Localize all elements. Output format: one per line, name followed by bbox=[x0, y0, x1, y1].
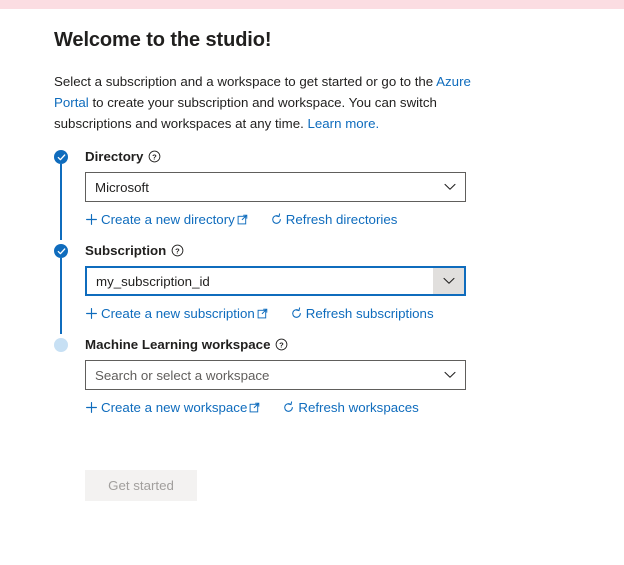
page-title: Welcome to the studio! bbox=[54, 29, 272, 51]
chevron-down-icon[interactable] bbox=[435, 361, 465, 389]
subscription-actions: Create a new subscription Refresh subscr… bbox=[85, 304, 574, 322]
learn-more-link[interactable]: Learn more. bbox=[308, 116, 380, 131]
external-link-icon bbox=[237, 214, 248, 225]
refresh-icon bbox=[282, 400, 295, 414]
external-link-icon bbox=[257, 308, 268, 319]
subscription-label-row: Subscription ? bbox=[85, 242, 574, 259]
plus-icon bbox=[85, 213, 98, 226]
create-new-workspace-label: Create a new workspace bbox=[101, 399, 248, 415]
refresh-subscriptions-link[interactable]: Refresh subscriptions bbox=[290, 306, 434, 321]
refresh-subscriptions-label: Refresh subscriptions bbox=[305, 305, 434, 321]
get-started-button[interactable]: Get started bbox=[85, 470, 197, 501]
subscription-label: Subscription bbox=[85, 243, 167, 258]
step-directory: Directory ? Microsoft Create a new direc… bbox=[54, 148, 574, 240]
footer-actions: Get started bbox=[54, 470, 574, 501]
directory-actions: Create a new directory Refresh directori… bbox=[85, 210, 574, 228]
directory-combobox-value: Microsoft bbox=[95, 179, 149, 195]
create-new-workspace-link[interactable]: Create a new workspace bbox=[85, 400, 260, 415]
svg-text:?: ? bbox=[153, 153, 158, 162]
setup-stepper: Directory ? Microsoft Create a new direc… bbox=[54, 148, 574, 416]
check-icon bbox=[57, 153, 65, 160]
workspace-label: Machine Learning workspace bbox=[85, 337, 271, 352]
workspace-combobox-value: Search or select a workspace bbox=[95, 367, 270, 383]
welcome-page: Welcome to the studio! Select a subscrip… bbox=[0, 9, 624, 565]
refresh-workspaces-label: Refresh workspaces bbox=[298, 399, 419, 415]
refresh-icon bbox=[290, 306, 303, 320]
external-link-icon bbox=[249, 402, 260, 413]
create-new-directory-link[interactable]: Create a new directory bbox=[85, 212, 248, 227]
directory-label-row: Directory ? bbox=[85, 148, 574, 165]
step-connector bbox=[60, 258, 62, 334]
plus-icon bbox=[85, 401, 98, 414]
refresh-directories-label: Refresh directories bbox=[285, 211, 398, 227]
help-circle-icon[interactable]: ? bbox=[148, 150, 161, 163]
workspace-label-row: Machine Learning workspace ? bbox=[85, 336, 574, 353]
step-workspace: Machine Learning workspace ? Search or s… bbox=[54, 336, 574, 416]
create-new-subscription-link[interactable]: Create a new subscription bbox=[85, 306, 268, 321]
help-circle-icon[interactable]: ? bbox=[275, 338, 288, 351]
create-new-subscription-label: Create a new subscription bbox=[101, 305, 255, 321]
workspace-actions: Create a new workspace Refresh workspace… bbox=[85, 398, 574, 416]
svg-text:?: ? bbox=[280, 341, 285, 350]
refresh-workspaces-link[interactable]: Refresh workspaces bbox=[282, 399, 419, 415]
help-circle-icon[interactable]: ? bbox=[171, 244, 184, 257]
check-icon bbox=[57, 247, 65, 254]
chevron-down-icon[interactable] bbox=[433, 268, 464, 294]
workspace-combobox[interactable]: Search or select a workspace bbox=[85, 360, 466, 390]
subscription-combobox[interactable]: my_subscription_id bbox=[85, 266, 466, 296]
step-status-directory bbox=[54, 150, 68, 164]
step-connector bbox=[60, 164, 62, 240]
directory-label: Directory bbox=[85, 149, 144, 164]
step-status-subscription bbox=[54, 244, 68, 258]
intro-paragraph: Select a subscription and a workspace to… bbox=[54, 71, 474, 134]
refresh-directories-link[interactable]: Refresh directories bbox=[270, 211, 398, 227]
chevron-down-icon[interactable] bbox=[435, 173, 465, 201]
subscription-combobox-value: my_subscription_id bbox=[96, 273, 210, 289]
create-new-directory-label: Create a new directory bbox=[101, 211, 235, 227]
plus-icon bbox=[85, 307, 98, 320]
step-status-workspace bbox=[54, 338, 68, 352]
intro-text-part2: to create your subscription and workspac… bbox=[54, 95, 437, 131]
svg-text:?: ? bbox=[175, 247, 180, 256]
directory-combobox[interactable]: Microsoft bbox=[85, 172, 466, 202]
notification-strip bbox=[0, 0, 624, 9]
step-subscription: Subscription ? my_subscription_id Create… bbox=[54, 242, 574, 334]
refresh-icon bbox=[270, 212, 283, 226]
intro-text-part1: Select a subscription and a workspace to… bbox=[54, 74, 437, 89]
page-content: Welcome to the studio! Select a subscrip… bbox=[54, 27, 574, 501]
